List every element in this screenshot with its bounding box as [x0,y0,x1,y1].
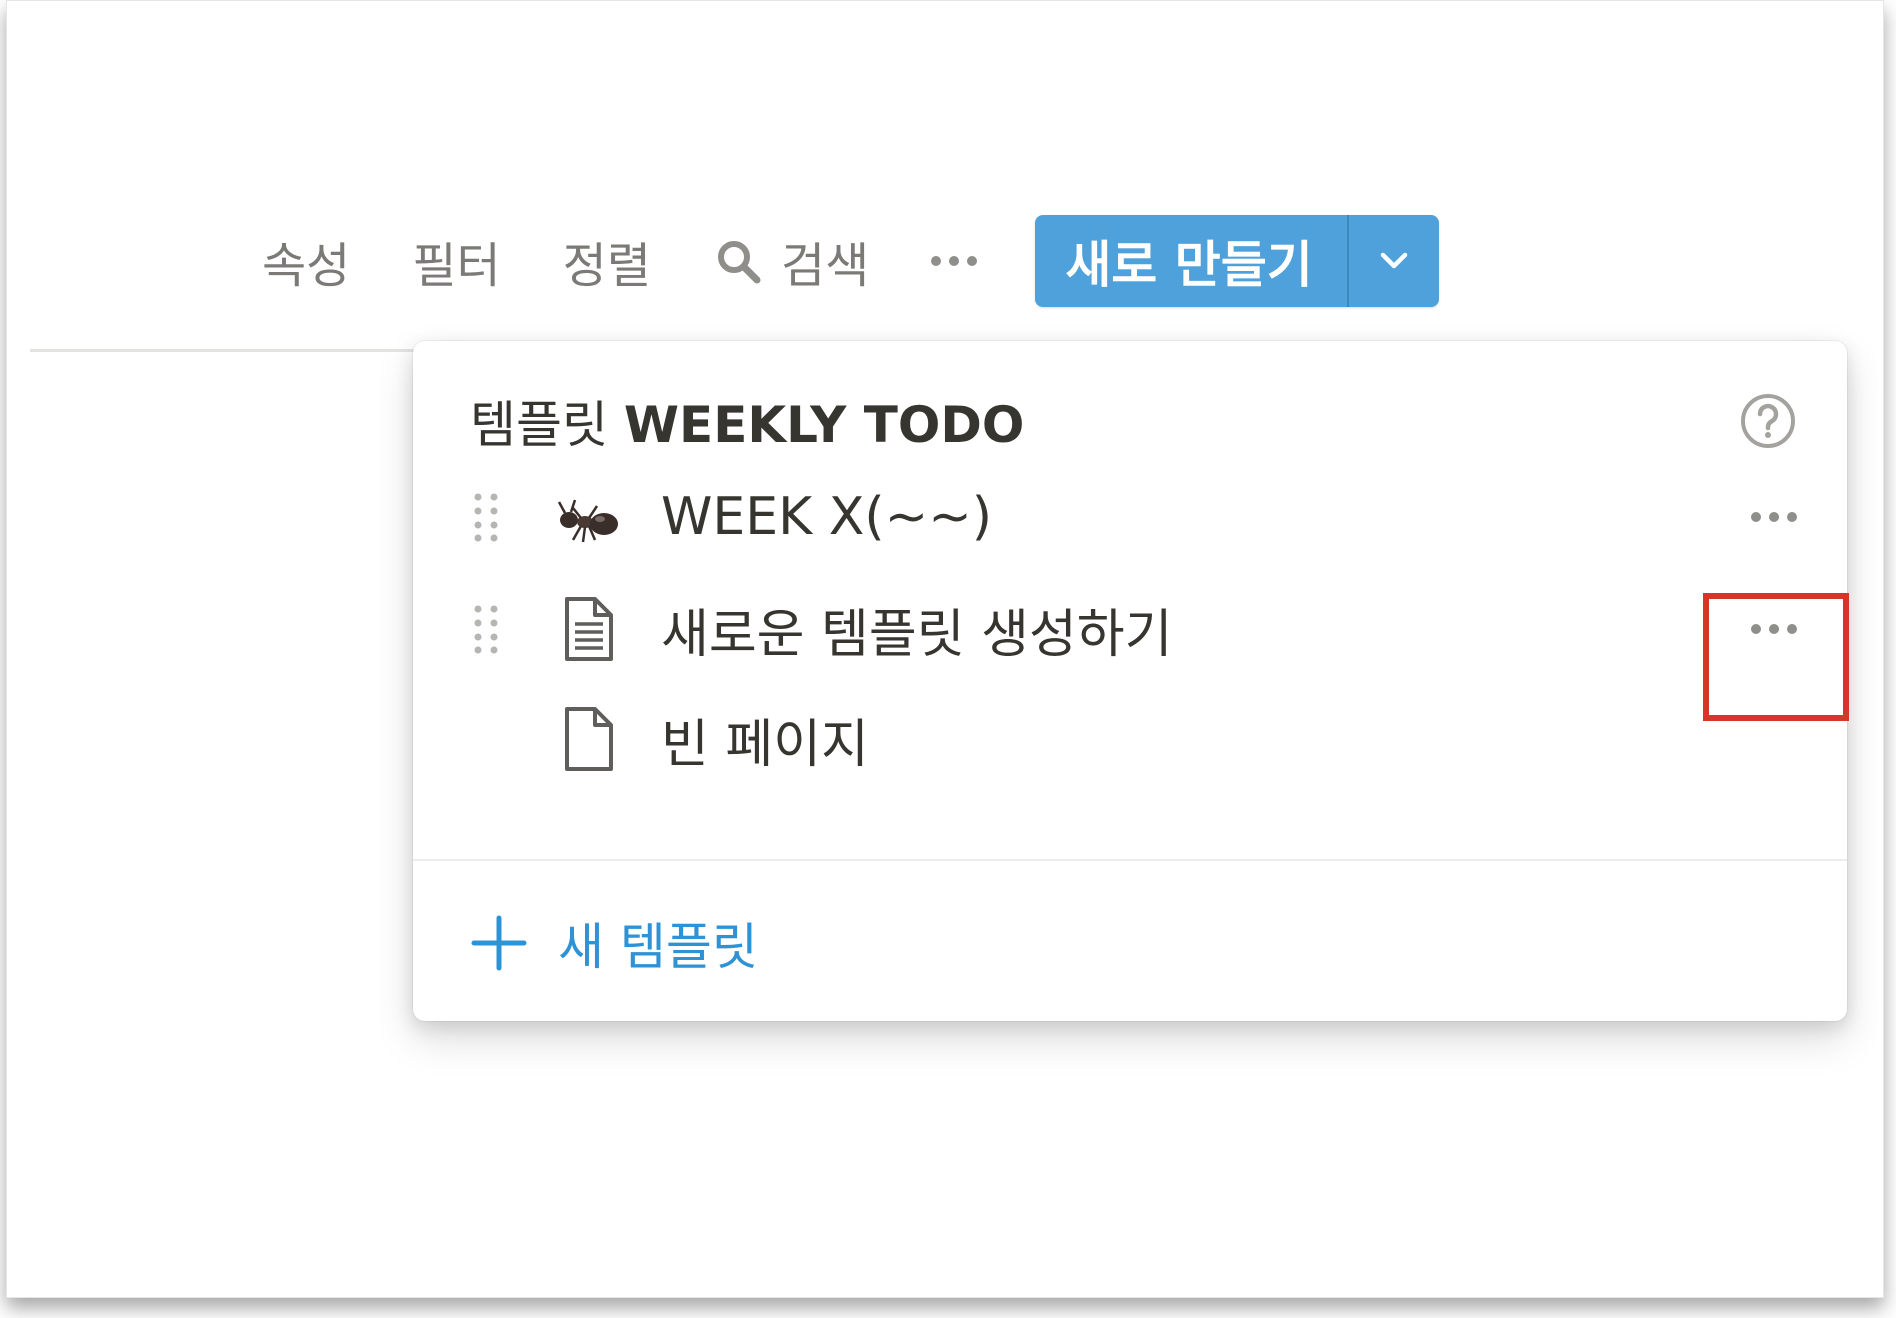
document-lines-icon [555,596,621,662]
question-circle-icon[interactable] [1739,392,1797,450]
drag-handle-icon[interactable] [473,492,499,542]
search-button[interactable]: 검색 [713,226,869,296]
new-template-button[interactable]: 새 템플릿 [470,907,758,979]
more-options-button[interactable] [931,256,978,266]
new-button-label: 새로 만들기 [1065,236,1313,294]
ellipsis-dot [967,256,978,266]
template-menu-title: 템플릿 WEEKLY TODO [470,385,1024,457]
app-window: 속성 필터 정렬 검색 새로 만들기 템플릿 WEEKLY TODO WEEK … [6,0,1884,1298]
search-icon [713,236,763,286]
template-item[interactable]: 새로운 템플릿 생성하기 [413,577,1847,681]
template-item[interactable]: WEEK X(~~) [413,465,1847,569]
toolbar-divider [30,349,430,352]
properties-button[interactable]: 속성 [262,226,350,296]
ellipsis-dot [1769,512,1779,522]
template-menu-header: 템플릿 WEEKLY TODO [470,389,1797,454]
new-template-label: 새 템플릿 [558,918,758,976]
sort-label: 정렬 [562,238,651,294]
blank-page-icon [555,706,621,772]
template-item-label: 새로운 템플릿 생성하기 [661,604,1173,665]
chevron-down-icon [1380,252,1407,269]
new-button-group: 새로 만들기 [1035,215,1439,307]
title-prefix: 템플릿 [470,396,608,454]
database-toolbar: 속성 필터 정렬 검색 새로 만들기 [262,215,1439,307]
template-item-more-button[interactable] [1751,512,1797,522]
template-item-label: WEEK X(~~) [661,487,993,547]
template-menu: 템플릿 WEEKLY TODO WEEK X(~~) 새로운 템플릿 생성하기 … [413,341,1847,1021]
properties-label: 속성 [262,238,351,294]
database-name: WEEKLY TODO [623,396,1025,454]
sort-button[interactable]: 정렬 [563,226,651,296]
template-item[interactable]: 빈 페이지 [413,687,1847,791]
filter-button[interactable]: 필터 [412,226,500,296]
ellipsis-icon [1751,512,1761,522]
ellipsis-icon [931,256,942,266]
template-item-label: 빈 페이지 [661,714,869,775]
template-menu-separator [413,859,1847,861]
ellipsis-dot [1787,512,1797,522]
drag-handle-icon[interactable] [473,604,499,654]
ant-emoji-icon [555,484,621,550]
highlight-annotation-box [1703,593,1849,721]
ellipsis-dot [949,256,960,266]
search-label: 검색 [780,238,870,294]
new-button-dropdown[interactable] [1349,215,1439,307]
plus-icon [471,915,527,971]
new-button[interactable]: 새로 만들기 [1035,215,1346,307]
filter-label: 필터 [412,238,501,294]
